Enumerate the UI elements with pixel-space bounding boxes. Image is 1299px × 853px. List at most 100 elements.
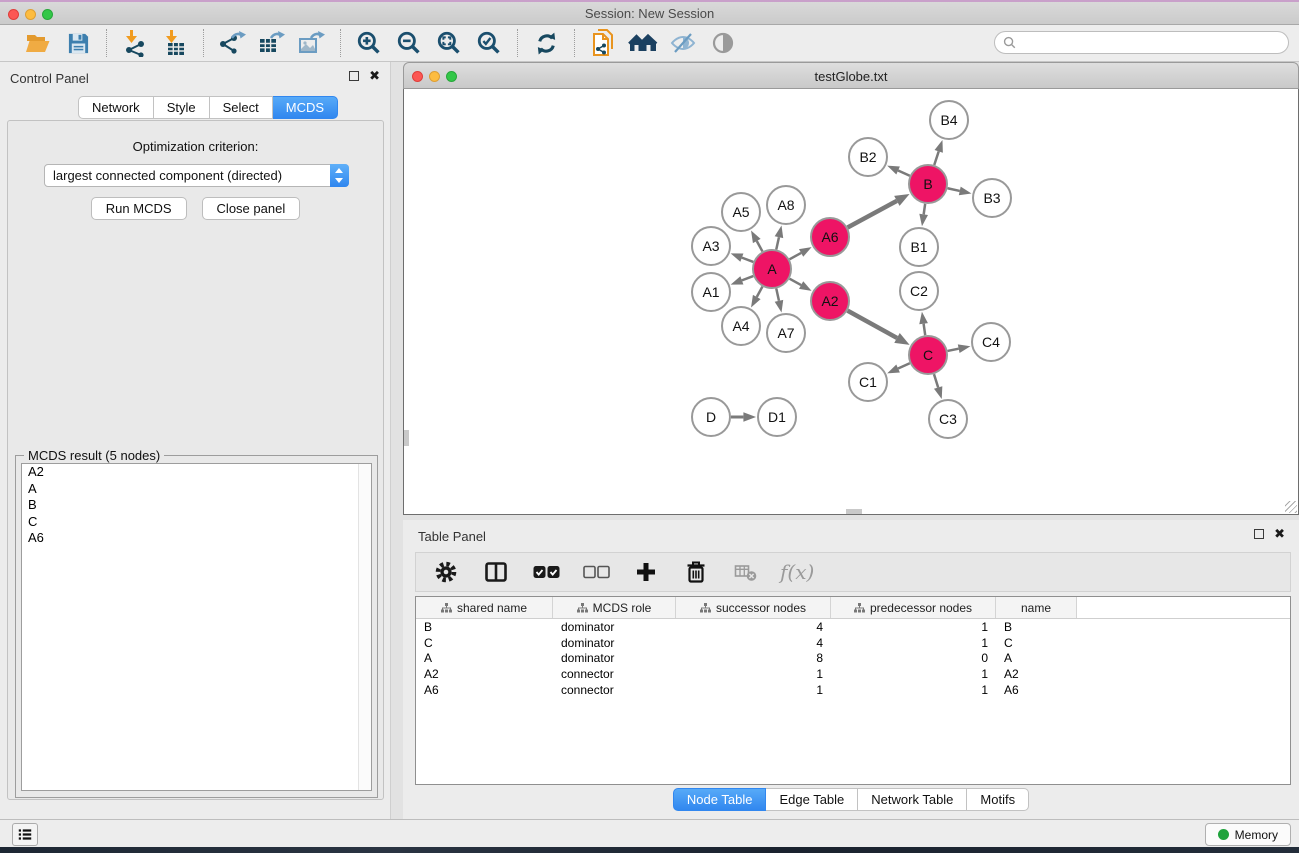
hide-graphics-details-icon[interactable] xyxy=(667,28,699,58)
mcds-result-list[interactable]: A2ABCA6 xyxy=(21,463,372,791)
run-mcds-button[interactable]: Run MCDS xyxy=(91,197,187,220)
tab-network-table[interactable]: Network Table xyxy=(858,788,967,811)
edge-A-A3[interactable] xyxy=(742,258,753,262)
table-row[interactable]: Cdominator41C xyxy=(416,635,1290,651)
select-all-columns-icon[interactable] xyxy=(530,557,562,587)
graph-node-A2[interactable]: A2 xyxy=(811,282,849,320)
edge-B-B2[interactable] xyxy=(898,171,910,176)
table-cell[interactable]: dominator xyxy=(553,651,676,665)
zoom-selected-icon[interactable] xyxy=(473,28,505,58)
zoom-in-icon[interactable] xyxy=(353,28,385,58)
table-cell[interactable]: 0 xyxy=(831,651,996,665)
graph-node-A[interactable]: A xyxy=(753,250,791,288)
export-table-icon[interactable] xyxy=(256,28,288,58)
save-icon[interactable] xyxy=(62,28,94,58)
table-cell[interactable]: connector xyxy=(553,683,676,697)
table-cell[interactable]: dominator xyxy=(553,636,676,650)
table-cell[interactable]: 4 xyxy=(676,636,831,650)
table-cell[interactable]: B xyxy=(416,620,553,634)
table-row[interactable]: Adominator80A xyxy=(416,651,1290,667)
edge-A2-C[interactable] xyxy=(848,311,897,338)
edge-A-A2[interactable] xyxy=(790,279,802,285)
new-network-from-selection-icon[interactable] xyxy=(587,28,619,58)
tab-network[interactable]: Network xyxy=(78,96,154,119)
edge-A-A1[interactable] xyxy=(742,276,753,280)
table-cell[interactable]: A6 xyxy=(416,683,553,697)
edge-B-B3[interactable] xyxy=(948,188,960,191)
close-panel-button[interactable]: Close panel xyxy=(202,197,301,220)
mcds-result-item[interactable]: A6 xyxy=(22,530,371,547)
table-cell[interactable]: A6 xyxy=(996,683,1077,697)
table-cell[interactable]: 1 xyxy=(831,667,996,681)
edge-A-A6[interactable] xyxy=(790,253,802,259)
graph-node-C3[interactable]: C3 xyxy=(929,400,967,438)
mcds-result-item[interactable]: B xyxy=(22,497,371,514)
graph-node-C[interactable]: C xyxy=(909,336,947,374)
graph-node-A6[interactable]: A6 xyxy=(811,218,849,256)
edge-C-C3[interactable] xyxy=(934,374,938,387)
table-cell[interactable]: 1 xyxy=(676,683,831,697)
graph-node-B1[interactable]: B1 xyxy=(900,228,938,266)
table-row[interactable]: A2connector11A2 xyxy=(416,666,1290,682)
import-network-icon[interactable] xyxy=(119,28,151,58)
zoom-out-icon[interactable] xyxy=(393,28,425,58)
tab-edge-table[interactable]: Edge Table xyxy=(766,788,858,811)
edge-C-C1[interactable] xyxy=(898,363,910,368)
unselect-all-columns-icon[interactable] xyxy=(580,557,612,587)
show-column-icon[interactable] xyxy=(480,557,512,587)
edge-C-C2[interactable] xyxy=(924,324,926,336)
table-cell[interactable]: C xyxy=(996,636,1077,650)
vertical-scroll-indicator[interactable] xyxy=(404,430,409,446)
graph-node-A1[interactable]: A1 xyxy=(692,273,730,311)
table-row[interactable]: A6connector11A6 xyxy=(416,682,1290,698)
table-cell[interactable]: 1 xyxy=(831,683,996,697)
tab-select[interactable]: Select xyxy=(210,96,273,119)
show-graphics-details-icon[interactable] xyxy=(707,28,739,58)
edge-A-A4[interactable] xyxy=(757,287,763,297)
search-input[interactable] xyxy=(1016,36,1266,50)
edge-A6-B[interactable] xyxy=(848,201,897,228)
table-cell[interactable]: 8 xyxy=(676,651,831,665)
zoom-fit-icon[interactable] xyxy=(433,28,465,58)
mcds-result-item[interactable]: A2 xyxy=(22,464,371,481)
table-cell[interactable]: 1 xyxy=(676,667,831,681)
node-table[interactable]: shared nameMCDS rolesuccessor nodesprede… xyxy=(415,596,1291,785)
graph-node-B2[interactable]: B2 xyxy=(849,138,887,176)
tab-motifs[interactable]: Motifs xyxy=(967,788,1029,811)
column-header-MCDS-role[interactable]: MCDS role xyxy=(553,597,676,618)
export-network-icon[interactable] xyxy=(216,28,248,58)
graph-node-D1[interactable]: D1 xyxy=(758,398,796,436)
column-header-name[interactable]: name xyxy=(996,597,1077,618)
create-column-plus-icon[interactable] xyxy=(630,557,662,587)
optimization-criterion-select[interactable]: largest connected component (directed) xyxy=(44,164,349,187)
network-canvas[interactable]: B4B2BB3A8A5A6B1A3AC2A1A2A4A7C4CC1C3DD1 xyxy=(403,89,1299,515)
graph-node-C2[interactable]: C2 xyxy=(900,272,938,310)
table-cell[interactable]: C xyxy=(416,636,553,650)
close-table-panel-icon[interactable]: ✖ xyxy=(1274,529,1285,539)
graph-node-B[interactable]: B xyxy=(909,165,947,203)
tab-node-table[interactable]: Node Table xyxy=(673,788,767,811)
table-row[interactable]: Bdominator41B xyxy=(416,619,1290,635)
table-settings-gear-icon[interactable] xyxy=(430,557,462,587)
mcds-result-item[interactable]: A xyxy=(22,481,371,498)
mcds-result-item[interactable]: C xyxy=(22,514,371,531)
close-panel-icon[interactable]: ✖ xyxy=(369,71,380,81)
column-header-successor-nodes[interactable]: successor nodes xyxy=(676,597,831,618)
edge-A-A5[interactable] xyxy=(757,241,763,251)
table-cell[interactable]: A2 xyxy=(416,667,553,681)
horizontal-scroll-indicator[interactable] xyxy=(846,509,862,514)
task-history-button[interactable] xyxy=(12,823,38,846)
table-cell[interactable]: connector xyxy=(553,667,676,681)
home-icon[interactable] xyxy=(627,28,659,58)
search-field[interactable] xyxy=(994,31,1289,54)
edge-B-B1[interactable] xyxy=(924,204,926,215)
network-window-titlebar[interactable]: testGlobe.txt xyxy=(403,62,1299,89)
float-panel-icon[interactable] xyxy=(349,71,359,81)
graph-node-C4[interactable]: C4 xyxy=(972,323,1010,361)
edge-A-A8[interactable] xyxy=(776,237,779,249)
graph-node-B3[interactable]: B3 xyxy=(973,179,1011,217)
graph-node-A4[interactable]: A4 xyxy=(722,307,760,345)
delete-column-trash-icon[interactable] xyxy=(680,557,712,587)
edge-A-A7[interactable] xyxy=(776,289,779,301)
import-table-icon[interactable] xyxy=(159,28,191,58)
